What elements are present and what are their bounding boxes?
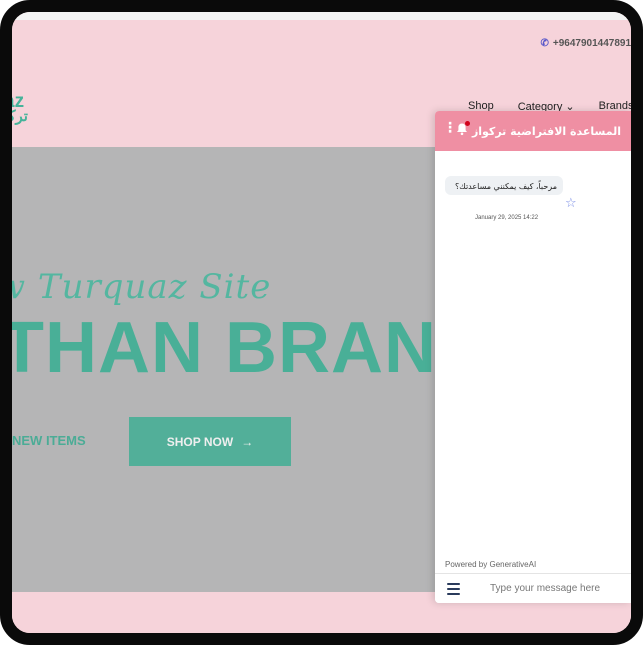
device-frame: ✆ +9647901447891 az تركـ Shop Category ⌄… [0,0,643,645]
contact-phone[interactable]: ✆ +9647901447891 [540,38,631,49]
message-input[interactable] [488,582,622,595]
chat-input-bar [435,574,631,603]
phone-number: +9647901447891 [552,38,631,49]
menu-icon[interactable] [447,582,460,595]
chat-title: المساعدة الافتراضية تركواز [471,124,621,138]
message-timestamp: January 29, 2025 14:22 [475,215,539,221]
bot-message-text: مرحباً، كيف يمكنني مساعدتك؟ [454,182,557,191]
bot-message: مرحباً، كيف يمكنني مساعدتك؟ [445,176,563,195]
site-logo[interactable]: az تركـ [12,92,28,125]
powered-by-label: Powered by GenerativeAI [445,560,537,569]
chat-header: ⋮ المساعدة الافتراضية تركواز [435,111,631,151]
web-page: ✆ +9647901447891 az تركـ Shop Category ⌄… [12,12,631,633]
logo-arabic: تركـ [12,108,28,125]
chat-widget: ⋮ المساعدة الافتراضية تركواز مرحباً، كيف… [435,111,631,603]
notification-dot [465,121,470,126]
top-strip [12,12,631,20]
star-icon[interactable]: ☆ [565,196,577,211]
phone-icon: ✆ [540,38,549,49]
